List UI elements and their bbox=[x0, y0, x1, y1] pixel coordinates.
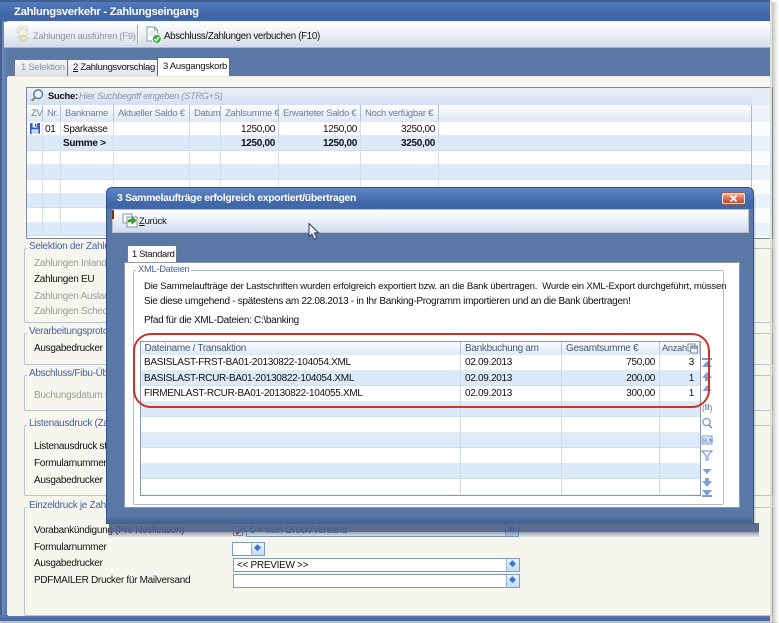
svg-text:): ) bbox=[710, 404, 713, 413]
svg-text:SUM: SUM bbox=[703, 439, 713, 445]
svg-text:(: ( bbox=[702, 404, 705, 413]
